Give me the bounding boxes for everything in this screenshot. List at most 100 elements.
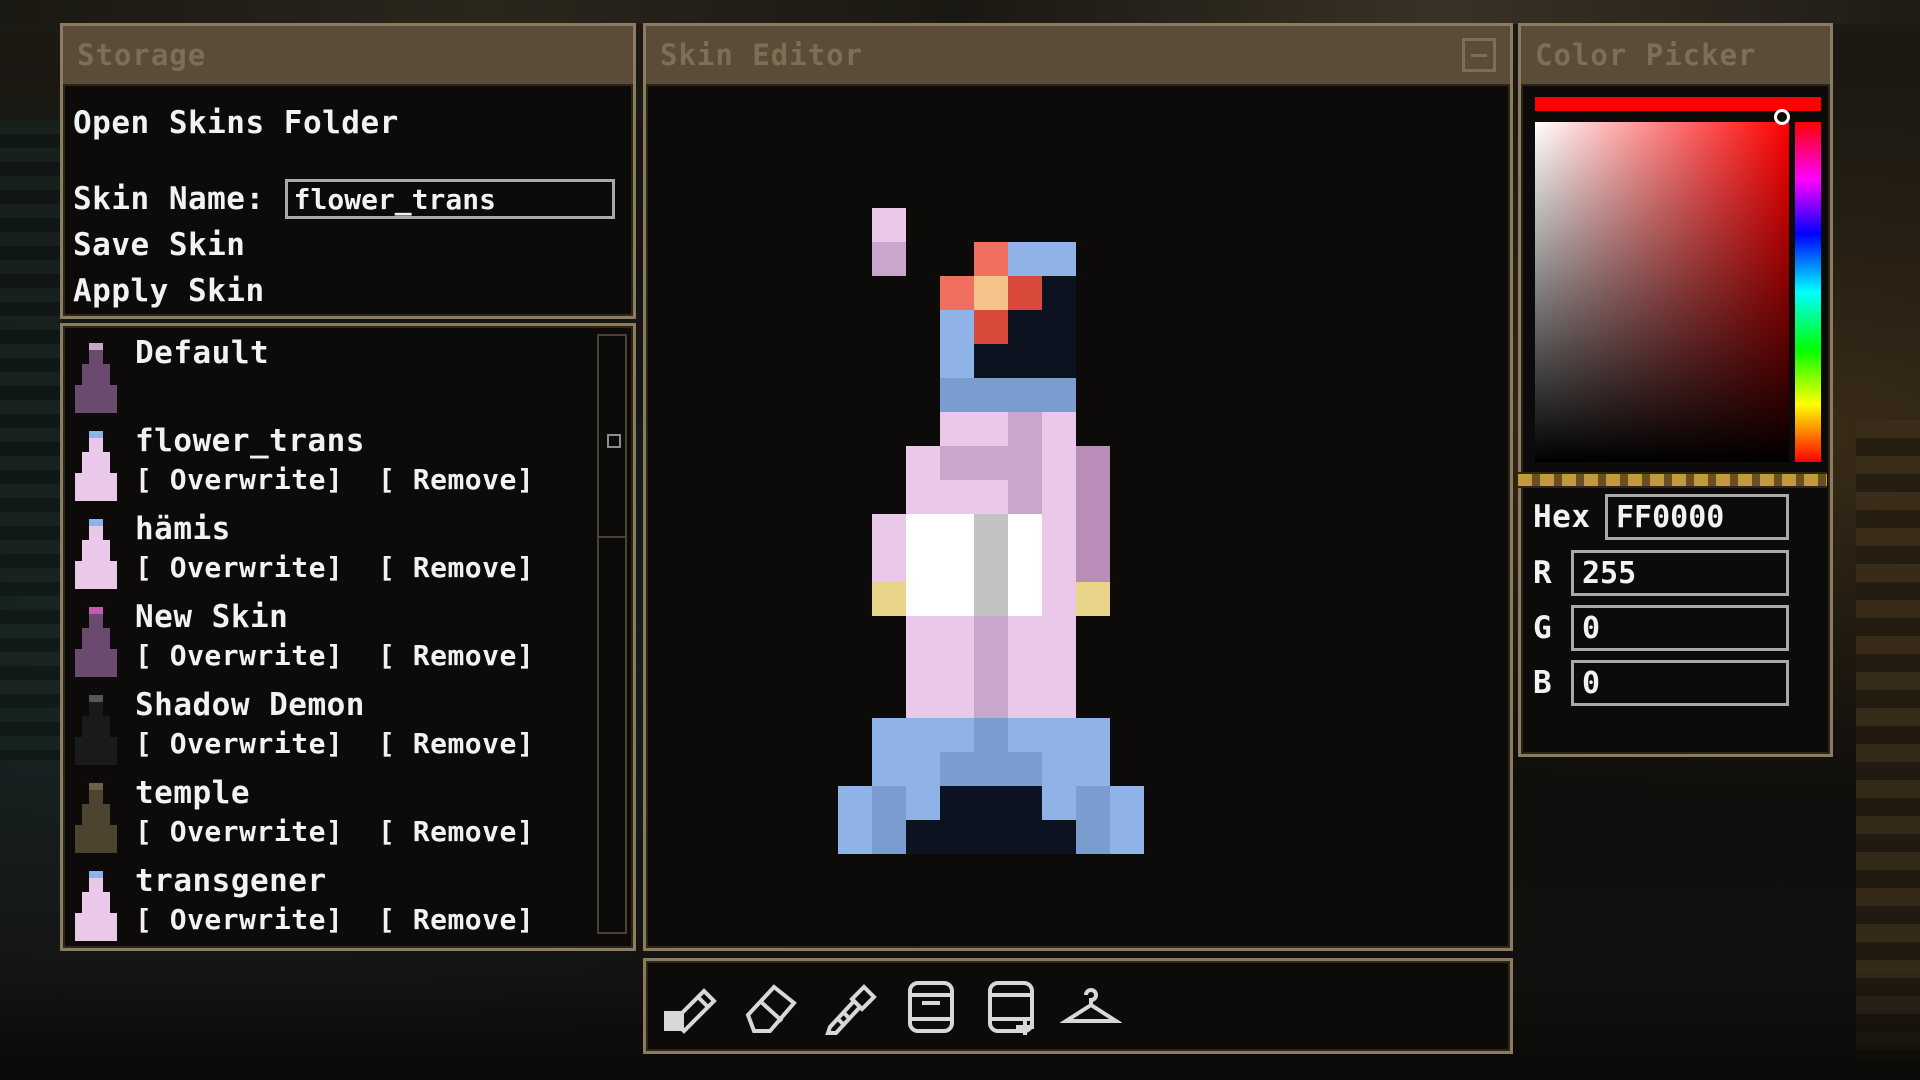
storage-panel: Storage Open Skins Folder Skin Name: flo…: [60, 23, 636, 319]
g-label: G: [1533, 610, 1553, 646]
hue-slider[interactable]: [1795, 122, 1821, 462]
skin-name[interactable]: transgener: [135, 860, 633, 900]
b-label: B: [1533, 665, 1553, 701]
skin-pixel[interactable]: [1076, 582, 1110, 616]
save-skin-button[interactable]: Save Skin: [73, 222, 623, 268]
skin-pixel[interactable]: [1042, 276, 1076, 310]
skin-name[interactable]: Default: [135, 332, 633, 372]
skin-thumbnail-icon: [75, 519, 117, 589]
skin-pixel[interactable]: [872, 514, 906, 582]
skin-name[interactable]: New Skin: [135, 596, 633, 636]
hex-row: Hex FF0000: [1533, 494, 1789, 540]
skin-pixel[interactable]: [940, 446, 1042, 480]
skin-list-item[interactable]: temple[ Overwrite] [ Remove]: [63, 772, 633, 860]
skin-pixel[interactable]: [940, 344, 974, 378]
skin-actions: [ Overwrite] [ Remove]: [135, 460, 633, 500]
skin-list-item[interactable]: hämis[ Overwrite] [ Remove]: [63, 508, 633, 596]
apply-skin-button[interactable]: Apply Skin: [73, 268, 623, 314]
skin-pixel[interactable]: [940, 310, 974, 344]
skin-pixel[interactable]: [1008, 480, 1042, 514]
skin-pixel[interactable]: [940, 378, 1076, 412]
skin-list-panel: Default flower_trans[ Overwrite] [ Remove…: [60, 323, 636, 951]
skin-pixel[interactable]: [1076, 514, 1110, 582]
minimize-button[interactable]: [1462, 38, 1496, 72]
overwrite-button[interactable]: [ Overwrite]: [135, 815, 343, 848]
skin-pixel[interactable]: [940, 276, 974, 310]
open-skins-folder-button[interactable]: Open Skins Folder: [73, 100, 623, 146]
skin-pixel[interactable]: [872, 582, 906, 616]
skin-pixel[interactable]: [1008, 412, 1042, 446]
skin-pixel[interactable]: [1076, 820, 1110, 854]
remove-button[interactable]: [ Remove]: [378, 815, 534, 848]
pencil-icon: [664, 988, 717, 1034]
remove-button[interactable]: [ Remove]: [378, 551, 534, 584]
skin-pixel[interactable]: [1008, 242, 1076, 276]
skin-pixel[interactable]: [974, 344, 1076, 378]
overwrite-button[interactable]: [ Overwrite]: [135, 639, 343, 672]
skin-pixel[interactable]: [872, 208, 906, 242]
skin-pixel[interactable]: [872, 242, 906, 276]
remove-button[interactable]: [ Remove]: [378, 463, 534, 496]
skin-pixel[interactable]: [1076, 786, 1110, 820]
g-input[interactable]: 0: [1571, 605, 1789, 651]
skin-pixel[interactable]: [1042, 514, 1076, 616]
skin-pixel[interactable]: [906, 480, 1076, 514]
skin-name[interactable]: Shadow Demon: [135, 684, 633, 724]
skin-pixel[interactable]: [974, 276, 1008, 310]
fill-down-tool-button[interactable]: [896, 971, 966, 1041]
skin-pixel[interactable]: [974, 242, 1008, 276]
skin-list-item[interactable]: Shadow Demon[ Overwrite] [ Remove]: [63, 684, 633, 772]
skin-actions: [ Overwrite] [ Remove]: [135, 636, 633, 676]
fill-down-icon: [908, 981, 954, 1033]
fill-up-tool-button[interactable]: [976, 971, 1046, 1041]
skin-list-item[interactable]: New Skin[ Overwrite] [ Remove]: [63, 596, 633, 684]
eyedropper-tool-button[interactable]: [816, 971, 886, 1041]
overwrite-button[interactable]: [ Overwrite]: [135, 727, 343, 760]
skin-pixel[interactable]: [974, 514, 1008, 616]
skin-thumbnail-icon: [75, 783, 117, 853]
hex-input[interactable]: FF0000: [1605, 494, 1789, 540]
skin-pixel[interactable]: [1008, 514, 1042, 616]
saturation-value-square[interactable]: [1535, 122, 1789, 462]
skin-pixel[interactable]: [974, 718, 1008, 752]
skin-pixel[interactable]: [1076, 480, 1110, 514]
color-cursor-icon[interactable]: [1774, 109, 1790, 125]
skin-list-item[interactable]: flower_trans[ Overwrite] [ Remove]: [63, 420, 633, 508]
overwrite-button[interactable]: [ Overwrite]: [135, 903, 343, 936]
remove-button[interactable]: [ Remove]: [378, 727, 534, 760]
skin-pixel[interactable]: [974, 310, 1008, 344]
skin-list-scrollbar[interactable]: [597, 334, 627, 934]
skin-pixel[interactable]: [1008, 310, 1076, 344]
skin-pixel[interactable]: [872, 786, 906, 820]
skin-pixel[interactable]: [1008, 276, 1042, 310]
skin-name[interactable]: flower_trans: [135, 420, 633, 460]
b-input[interactable]: 0: [1571, 660, 1789, 706]
color-picker-panel: Color Picker Hex FF0000 R 255 G 0 B 0: [1518, 23, 1833, 757]
eraser-tool-button[interactable]: [736, 971, 806, 1041]
skin-list-item[interactable]: transgener[ Overwrite] [ Remove]: [63, 860, 633, 948]
skin-pixel[interactable]: [940, 786, 1042, 820]
remove-button[interactable]: [ Remove]: [378, 639, 534, 672]
pencil-tool-button[interactable]: [656, 971, 726, 1041]
skin-thumbnail-icon: [75, 431, 117, 501]
skin-pixel[interactable]: [974, 616, 1008, 718]
skin-canvas[interactable]: [646, 84, 1504, 942]
skin-list-item[interactable]: Default: [63, 332, 633, 420]
scrollbar-thumb[interactable]: [599, 336, 625, 538]
hanger-tool-button[interactable]: [1056, 971, 1126, 1041]
overwrite-button[interactable]: [ Overwrite]: [135, 463, 343, 496]
remove-button[interactable]: [ Remove]: [378, 903, 534, 936]
skin-pixel[interactable]: [906, 820, 1076, 854]
skin-name[interactable]: temple: [135, 772, 633, 812]
skin-thumbnail-icon: [75, 343, 117, 413]
r-input[interactable]: 255: [1571, 550, 1789, 596]
skin-name-input[interactable]: flower_trans: [284, 179, 615, 219]
skin-actions: [ Overwrite] [ Remove]: [135, 724, 633, 764]
background-wall-right: [1856, 420, 1920, 1060]
skin-name[interactable]: hämis: [135, 508, 633, 548]
skin-pixel[interactable]: [940, 752, 1042, 786]
color-picker-title: Color Picker: [1521, 26, 1830, 86]
overwrite-button[interactable]: [ Overwrite]: [135, 551, 343, 584]
skin-pixel[interactable]: [872, 820, 906, 854]
skin-pixel[interactable]: [1076, 446, 1110, 480]
